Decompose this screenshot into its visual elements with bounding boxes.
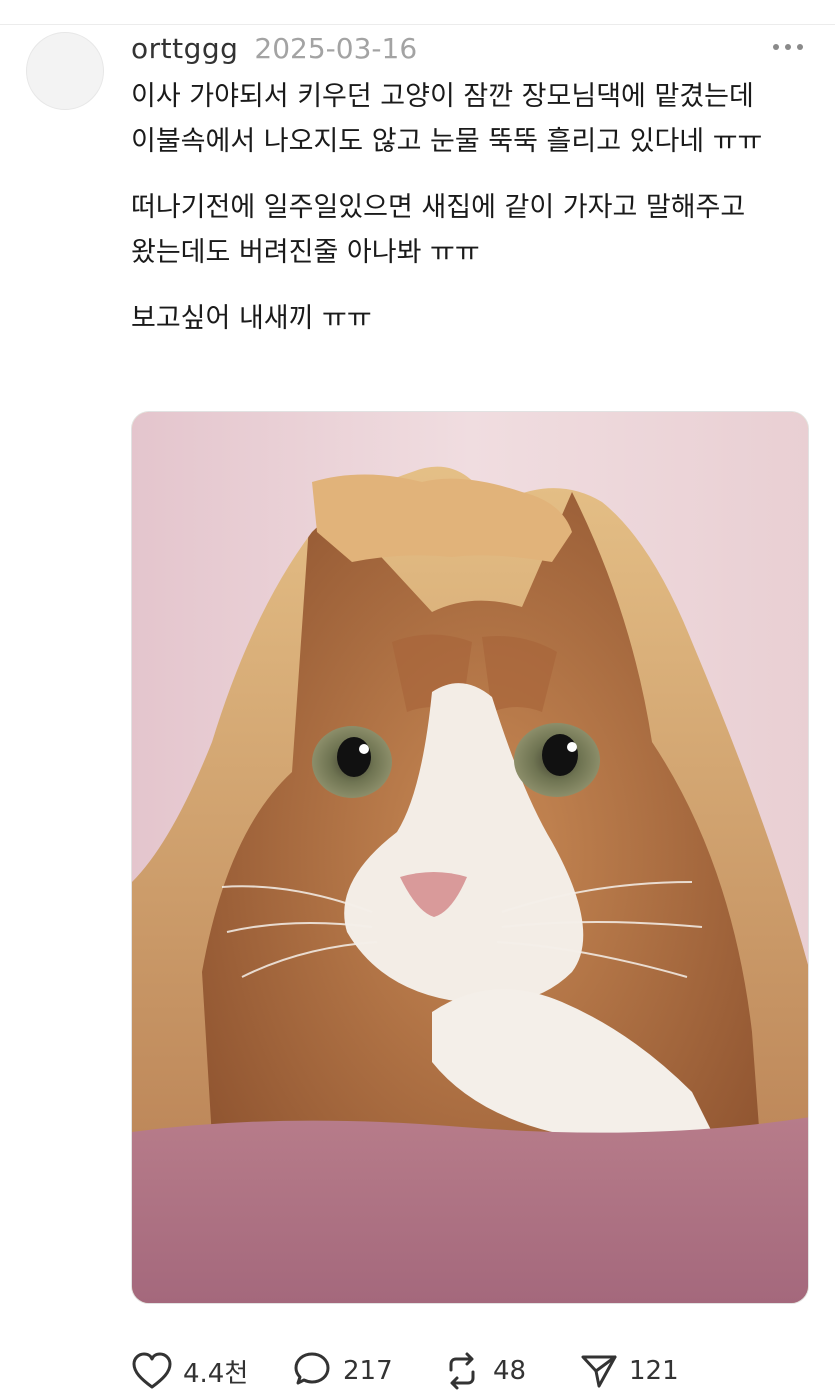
like-count: 4.4천 <box>183 1358 249 1389</box>
cat-photo <box>132 412 808 1303</box>
post-paragraph: 이사 가야되서 키우던 고양이 잠깐 장모님댁에 맡겼는데 이불속에서 나오지도… <box>131 81 763 157</box>
top-divider <box>0 24 835 25</box>
heart-icon <box>132 1352 172 1389</box>
share-count: 121 <box>629 1356 679 1386</box>
post-image[interactable] <box>131 411 809 1304</box>
username[interactable]: orttggg <box>131 32 238 65</box>
like-button[interactable]: 4.4천 <box>131 1346 248 1396</box>
comment-count: 217 <box>343 1356 393 1386</box>
post-header: orttggg 2025-03-16 <box>131 28 417 68</box>
repost-arrows-icon <box>449 1352 475 1390</box>
repost-count: 48 <box>493 1356 527 1386</box>
send-icon <box>581 1355 617 1388</box>
repost-button[interactable]: 48 <box>441 1346 526 1396</box>
post-body: 이사 가야되서 키우던 고양이 잠깐 장모님댁에 맡겼는데 이불속에서 나오지도… <box>131 74 811 362</box>
share-button[interactable]: 121 <box>579 1346 679 1396</box>
avatar[interactable] <box>26 32 104 110</box>
more-dots-icon <box>773 44 803 50</box>
post-paragraph: 보고싶어 내새끼 ㅠㅠ <box>131 303 372 334</box>
more-button[interactable] <box>770 36 806 58</box>
speech-bubble-icon <box>294 1352 330 1385</box>
post-actions: 4.4천 217 48 121 <box>131 1346 821 1396</box>
comment-button[interactable]: 217 <box>291 1346 393 1396</box>
post-paragraph: 떠나기전에 일주일있으면 새집에 같이 가자고 말해주고 왔는데도 버려진줄 아… <box>131 192 754 268</box>
post-date: 2025-03-16 <box>254 31 418 65</box>
